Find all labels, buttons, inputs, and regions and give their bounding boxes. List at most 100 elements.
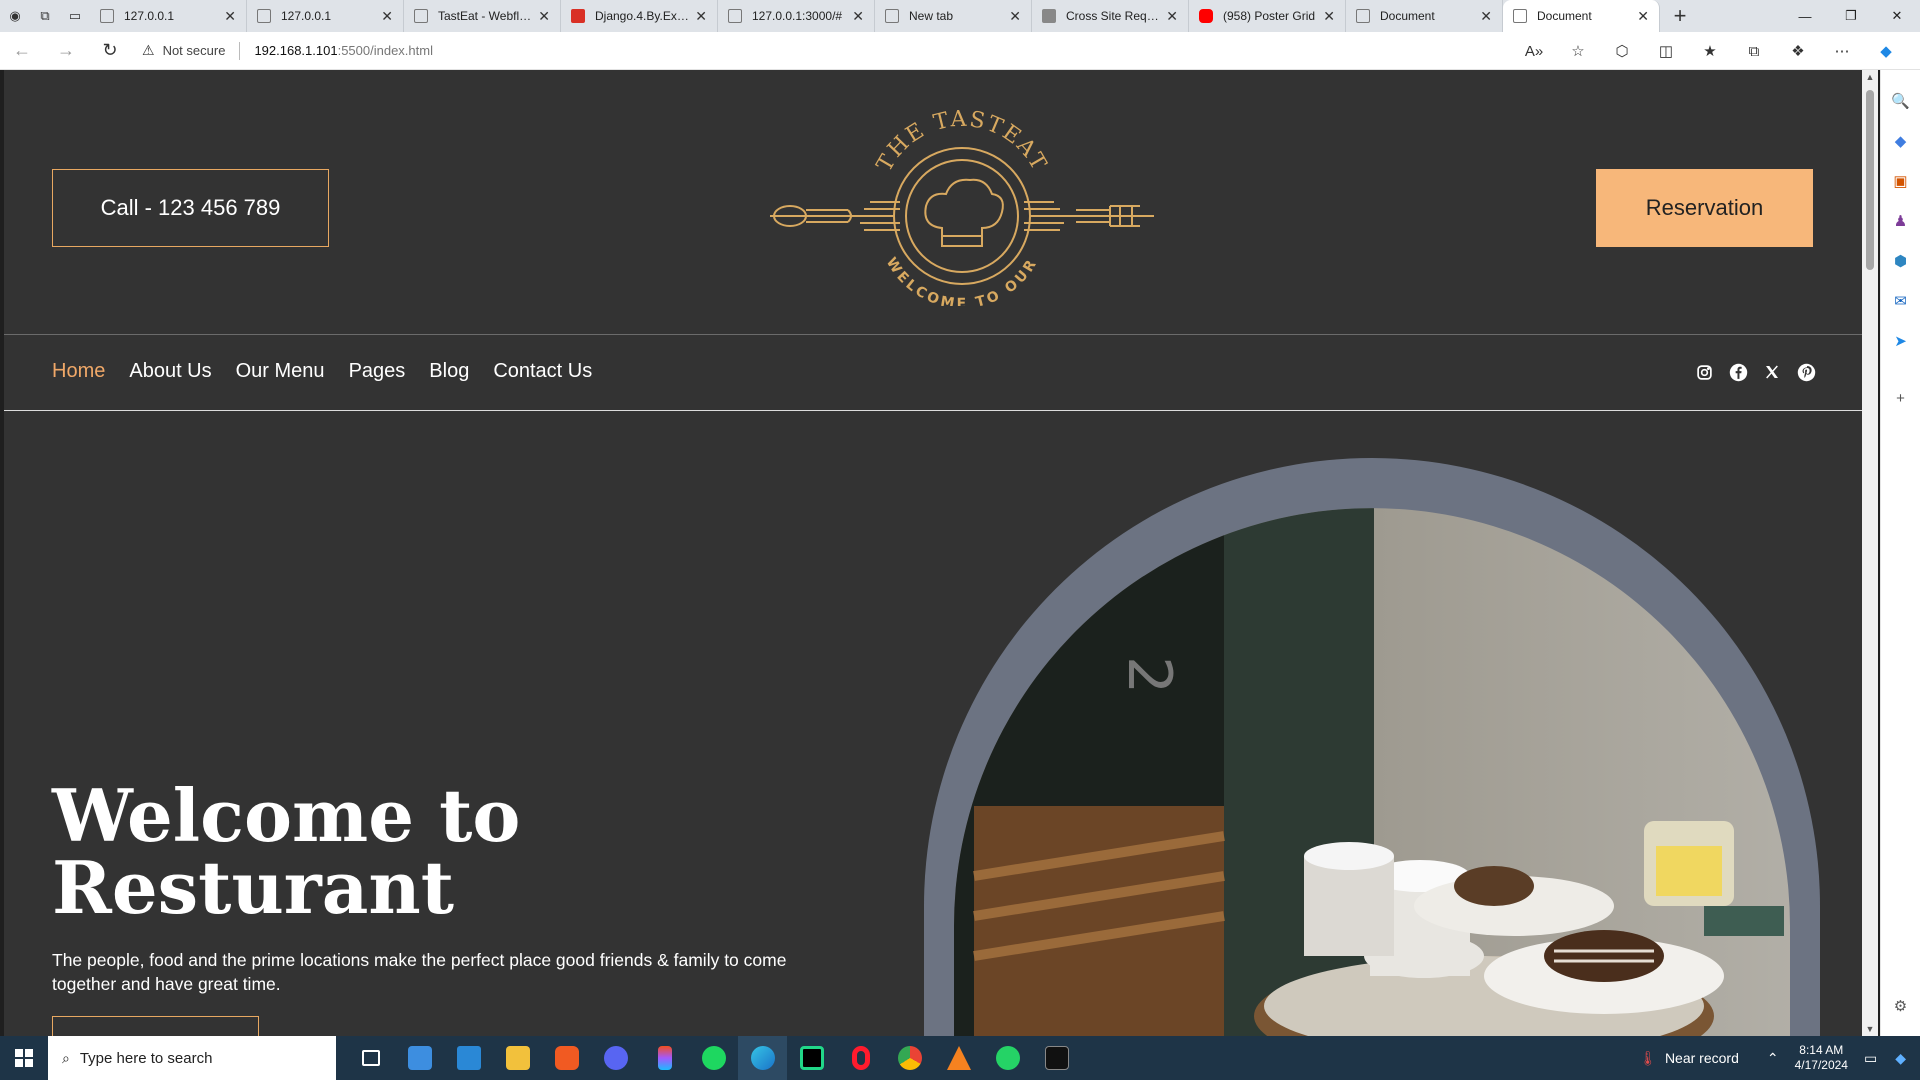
workspaces-icon[interactable]: ⧉ bbox=[30, 0, 60, 32]
search-icon: ⌕ bbox=[62, 1049, 70, 1066]
url-field[interactable]: ⚠ Not secure 192.168.1.101:5500/index.ht… bbox=[142, 41, 433, 60]
task-view-icon[interactable] bbox=[346, 1036, 395, 1080]
copilot-icon[interactable]: ◆ bbox=[1864, 42, 1908, 60]
outlook-icon[interactable]: ✉ bbox=[1881, 292, 1920, 310]
youtube-icon bbox=[1199, 9, 1213, 23]
nav-item-contact-us[interactable]: Contact Us bbox=[493, 360, 592, 383]
chrome-icon[interactable] bbox=[885, 1036, 934, 1080]
close-tab-icon[interactable]: ✕ bbox=[224, 8, 236, 25]
send-icon[interactable]: ➤ bbox=[1881, 332, 1920, 350]
call-button[interactable]: Call - 123 456 789 bbox=[52, 169, 329, 247]
new-tab-button[interactable]: + bbox=[1660, 3, 1700, 29]
close-tab-icon[interactable]: ✕ bbox=[1166, 8, 1178, 25]
read-aloud-icon[interactable]: A» bbox=[1512, 43, 1556, 60]
discord-icon[interactable] bbox=[591, 1036, 640, 1080]
close-tab-icon[interactable]: ✕ bbox=[1480, 8, 1492, 25]
file-explorer-icon[interactable] bbox=[493, 1036, 542, 1080]
tab-title: (958) Poster Grid bbox=[1223, 9, 1316, 23]
notifications-icon[interactable]: ▭ bbox=[1864, 1050, 1877, 1067]
nav-item-pages[interactable]: Pages bbox=[349, 360, 406, 383]
close-tab-icon[interactable]: ✕ bbox=[1323, 8, 1335, 25]
browser-tab[interactable]: 127.0.0.1:3000/# ✕ bbox=[718, 0, 875, 32]
tasteat-logo[interactable]: THE TASTEAT WELCOME TO OUR bbox=[770, 106, 1154, 306]
collections-icon[interactable]: ⧉ bbox=[1732, 43, 1776, 60]
instagram-icon[interactable] bbox=[1694, 362, 1714, 382]
spotify-icon[interactable] bbox=[689, 1036, 738, 1080]
games-icon[interactable]: ♟ bbox=[1881, 212, 1920, 230]
office-icon[interactable]: ⬢ bbox=[1881, 252, 1920, 270]
edge-icon[interactable] bbox=[738, 1036, 787, 1080]
extension-icon[interactable]: ❖ bbox=[1776, 42, 1820, 60]
clock[interactable]: 8:14 AM 4/17/2024 bbox=[1795, 1043, 1848, 1073]
copilot-taskbar-icon[interactable]: ◆ bbox=[1895, 1050, 1906, 1067]
shopping-icon[interactable]: ◆ bbox=[1881, 132, 1920, 150]
favorites-icon[interactable]: ★ bbox=[1688, 42, 1732, 60]
browser-tab[interactable]: Cross Site Reques ✕ bbox=[1032, 0, 1189, 32]
tray-chevron-icon[interactable]: ⌃ bbox=[1767, 1050, 1779, 1067]
browser-tab[interactable]: Document ✕ bbox=[1503, 0, 1660, 32]
tools-icon[interactable]: ▣ bbox=[1881, 172, 1920, 190]
add-sidebar-icon[interactable]: + bbox=[1881, 390, 1920, 407]
forward-icon[interactable]: → bbox=[44, 40, 88, 61]
pycharm-icon[interactable] bbox=[787, 1036, 836, 1080]
vlc-icon[interactable] bbox=[934, 1036, 983, 1080]
scroll-thumb[interactable] bbox=[1866, 90, 1874, 270]
whatsapp-icon[interactable] bbox=[983, 1036, 1032, 1080]
pdf-icon bbox=[571, 9, 585, 23]
browser-tab[interactable]: New tab ✕ bbox=[875, 0, 1032, 32]
browser-tab[interactable]: TastEat - Webflow ✕ bbox=[404, 0, 561, 32]
favorite-star-icon[interactable]: ☆ bbox=[1556, 42, 1600, 60]
browser-tab[interactable]: 127.0.0.1 ✕ bbox=[247, 0, 404, 32]
close-tab-icon[interactable]: ✕ bbox=[1637, 8, 1649, 25]
figma-icon[interactable] bbox=[640, 1036, 689, 1080]
terminal-icon[interactable] bbox=[1032, 1036, 1081, 1080]
opera-icon[interactable] bbox=[836, 1036, 885, 1080]
store-icon[interactable] bbox=[395, 1036, 444, 1080]
tab-actions-icon[interactable]: ▭ bbox=[60, 0, 90, 32]
facebook-icon[interactable] bbox=[1728, 362, 1748, 382]
close-tab-icon[interactable]: ✕ bbox=[538, 8, 550, 25]
close-tab-icon[interactable]: ✕ bbox=[381, 8, 393, 25]
pinterest-icon[interactable] bbox=[1796, 362, 1816, 382]
window-controls: — ❐ ✕ bbox=[1782, 0, 1920, 32]
header-divider bbox=[4, 334, 1862, 335]
reload-icon[interactable]: ↻ bbox=[88, 40, 132, 61]
profile-avatar[interactable]: ◉ bbox=[0, 0, 30, 32]
close-window-icon[interactable]: ✕ bbox=[1874, 0, 1920, 32]
scroll-up-icon[interactable]: ▲ bbox=[1862, 72, 1878, 82]
nav-item-blog[interactable]: Blog bbox=[429, 360, 469, 383]
extensions-icon[interactable]: ⬡ bbox=[1600, 42, 1644, 60]
page-icon bbox=[257, 9, 271, 23]
start-button[interactable] bbox=[0, 1036, 48, 1080]
close-tab-icon[interactable]: ✕ bbox=[1009, 8, 1021, 25]
url-host: 192.168.1.101 bbox=[254, 43, 338, 58]
nav-item-about-us[interactable]: About Us bbox=[129, 360, 211, 383]
page-scrollbar[interactable]: ▲ ▼ bbox=[1862, 70, 1878, 1036]
browser-tab[interactable]: Document ✕ bbox=[1346, 0, 1503, 32]
back-icon[interactable]: ← bbox=[0, 40, 44, 61]
settings-icon[interactable]: ⚙ bbox=[1881, 997, 1920, 1015]
restore-icon[interactable]: ❐ bbox=[1828, 0, 1874, 32]
close-tab-icon[interactable]: ✕ bbox=[695, 8, 707, 25]
browser-tab[interactable]: 127.0.0.1 ✕ bbox=[90, 0, 247, 32]
reservation-button[interactable]: Reservation bbox=[1596, 169, 1813, 247]
close-tab-icon[interactable]: ✕ bbox=[852, 8, 864, 25]
split-screen-icon[interactable]: ◫ bbox=[1644, 42, 1688, 60]
minimize-icon[interactable]: — bbox=[1782, 0, 1828, 32]
nav-item-home[interactable]: Home bbox=[52, 360, 105, 383]
browser-tab[interactable]: (958) Poster Grid ✕ bbox=[1189, 0, 1346, 32]
scroll-down-icon[interactable]: ▼ bbox=[1862, 1024, 1878, 1034]
weather-label[interactable]: Near record bbox=[1665, 1050, 1739, 1066]
vscode-icon[interactable] bbox=[444, 1036, 493, 1080]
browser-tab[interactable]: Django.4.By.Exam ✕ bbox=[561, 0, 718, 32]
x-icon[interactable] bbox=[1762, 362, 1782, 382]
search-icon[interactable]: 🔍 bbox=[1881, 92, 1920, 110]
hero-image: 2 bbox=[924, 458, 1820, 1036]
nav-item-our-menu[interactable]: Our Menu bbox=[236, 360, 325, 383]
brave-icon[interactable] bbox=[542, 1036, 591, 1080]
nav-divider bbox=[4, 410, 1862, 411]
hero-cta-button[interactable] bbox=[52, 1016, 259, 1036]
more-icon[interactable]: ⋯ bbox=[1820, 42, 1864, 60]
taskbar-search[interactable]: ⌕ Type here to search bbox=[48, 1036, 336, 1080]
page-icon bbox=[100, 9, 114, 23]
